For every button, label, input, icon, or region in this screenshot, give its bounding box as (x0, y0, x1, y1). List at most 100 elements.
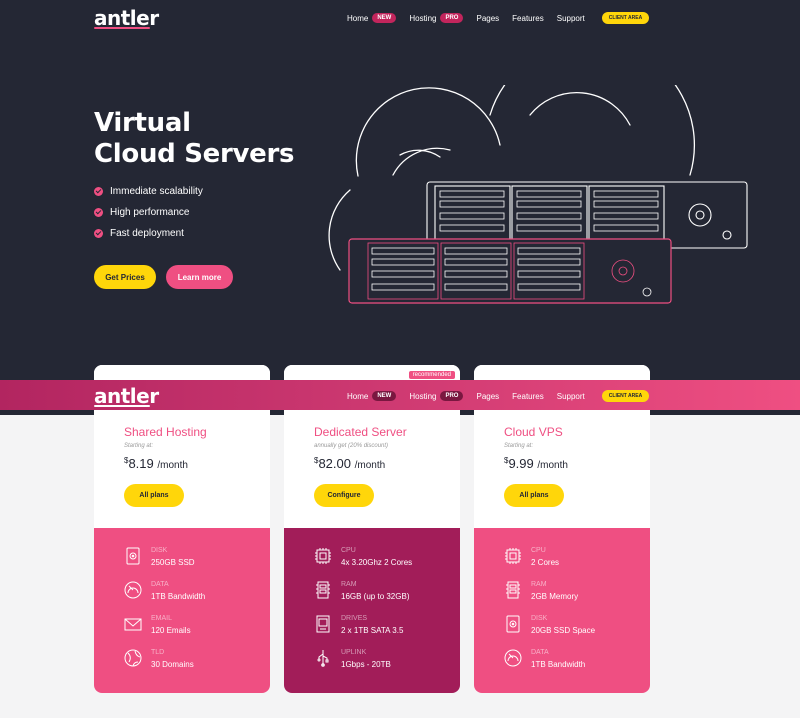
client-area-button[interactable]: CLIENT AREA (601, 12, 650, 24)
spec-value: 20GB SSD Space (531, 626, 596, 635)
nav-pages[interactable]: Pages (476, 14, 499, 23)
sticky-nav-support[interactable]: Support (557, 392, 585, 401)
nav-home-label: Home (347, 391, 369, 401)
feature-item: High performance (94, 202, 203, 223)
spec-value: 30 Domains (151, 660, 194, 669)
cpu-icon (505, 548, 521, 564)
hero-section: antler Home NEW Hosting PRO Pages Featur… (0, 0, 800, 415)
plan-card-dedicated-server: recommended Dedicated Server annually ge… (284, 365, 460, 693)
feature-label: High performance (110, 207, 190, 218)
new-badge: NEW (372, 13, 397, 23)
ram-icon (506, 581, 520, 599)
nav-features[interactable]: Features (512, 14, 544, 23)
get-prices-button[interactable]: Get Prices (94, 265, 156, 289)
nav-hosting-label: Hosting (409, 13, 437, 23)
logo-underline (94, 27, 150, 29)
feature-item: Fast deployment (94, 223, 203, 244)
plan-card-cloud-vps: Cloud VPS Starting at: $9.99 /month All … (474, 365, 650, 693)
spec-item: DATA 1TB Bandwidth (124, 579, 264, 609)
gauge-icon (124, 581, 142, 599)
plan-subtitle: annually get (20% discount) (314, 443, 389, 449)
spec-value: 2GB Memory (531, 592, 579, 601)
spec-item: EMAIL 120 Emails (124, 613, 264, 643)
spec-label: EMAIL (151, 615, 173, 622)
sticky-header: antler Home NEW Hosting PRO Pages Featur… (0, 380, 800, 410)
disk-icon (126, 547, 140, 565)
cloud-servers-illustration (328, 85, 748, 304)
envelope-icon (124, 618, 142, 631)
spec-item: RAM 2GB Memory (504, 579, 644, 609)
sticky-nav-pages[interactable]: Pages (476, 392, 499, 401)
new-badge: NEW (372, 391, 397, 401)
spec-item: DISK 20GB SSD Space (504, 613, 644, 643)
price-value: 9.99 (508, 456, 534, 471)
spec-item: TLD 30 Domains (124, 647, 264, 677)
check-icon (94, 229, 103, 238)
plan-specs: DISK 250GB SSD DATA 1TB Bandwidth EMAIL … (94, 528, 270, 693)
spec-label: DISK (151, 547, 168, 554)
spec-item: RAM 16GB (up to 32GB) (314, 579, 454, 609)
sticky-nav-hosting[interactable]: Hosting PRO (409, 391, 464, 401)
all-plans-button[interactable]: All plans (124, 484, 184, 507)
check-icon (94, 208, 103, 217)
hero-title: Virtual Cloud Servers (94, 108, 295, 170)
plan-card-shared-hosting: Shared Hosting Starting at: $8.19 /month… (94, 365, 270, 693)
learn-more-button[interactable]: Learn more (166, 265, 233, 289)
spec-value: 1TB Bandwidth (531, 660, 586, 669)
spec-value: 1TB Bandwidth (151, 592, 206, 601)
plan-specs: CPU 2 Cores RAM 2GB Memory DISK 20GB SSD… (474, 528, 650, 693)
server-back (426, 181, 748, 249)
spec-label: DATA (151, 581, 169, 588)
spec-value: 120 Emails (151, 626, 191, 635)
plan-specs: CPU 4x 3.20Ghz 2 Cores RAM 16GB (up to 3… (284, 528, 460, 693)
plan-price: $82.00 /month (314, 456, 385, 471)
nav-home-label: Home (347, 13, 369, 23)
globe-icon (124, 649, 142, 667)
spec-value: 4x 3.20Ghz 2 Cores (341, 558, 413, 567)
spec-item: CPU 4x 3.20Ghz 2 Cores (314, 545, 454, 575)
gauge-icon (504, 649, 522, 667)
plan-subtitle: Starting at: (504, 443, 534, 449)
sticky-client-area-button[interactable]: CLIENT AREA (601, 390, 650, 402)
feature-label: Immediate scalability (110, 186, 203, 197)
pro-badge: PRO (440, 391, 464, 401)
nav-hosting[interactable]: Hosting PRO (409, 13, 464, 23)
feature-list: Immediate scalability High performance F… (94, 181, 203, 244)
nav-support[interactable]: Support (557, 14, 585, 23)
spec-label: RAM (531, 581, 547, 588)
configure-button[interactable]: Configure (314, 484, 374, 507)
spec-label: DRIVES (341, 615, 368, 622)
sticky-nav-home[interactable]: Home NEW (347, 391, 397, 401)
sticky-nav-features[interactable]: Features (512, 392, 544, 401)
hero-title-line-1: Virtual (94, 108, 191, 138)
plan-name: Cloud VPS (504, 425, 563, 439)
spec-item: DISK 250GB SSD (124, 545, 264, 575)
cloud-arc (392, 147, 451, 176)
spec-value: 1Gbps - 20TB (341, 660, 391, 669)
spec-label: DATA (531, 649, 549, 656)
feature-label: Fast deployment (110, 228, 184, 239)
spec-value: 250GB SSD (151, 558, 195, 567)
spec-value: 2 Cores (531, 558, 560, 567)
pro-badge: PRO (440, 13, 464, 23)
all-plans-button[interactable]: All plans (504, 484, 564, 507)
spec-value: 16GB (up to 32GB) (341, 592, 410, 601)
sticky-nav: Home NEW Hosting PRO Pages Features Supp… (347, 390, 650, 402)
spec-label: TLD (151, 649, 165, 656)
sticky-logo-underline (94, 405, 150, 407)
spec-item: UPLINK 1Gbps - 20TB (314, 647, 454, 677)
nav-home[interactable]: Home NEW (347, 13, 397, 23)
top-navigation: antler Home NEW Hosting PRO Pages Featur… (0, 0, 800, 38)
cloud-arc (355, 87, 501, 177)
cpu-icon (315, 548, 331, 564)
spec-item: CPU 2 Cores (504, 545, 644, 575)
drive-icon (316, 615, 330, 633)
feature-item: Immediate scalability (94, 181, 203, 202)
disk-icon (506, 615, 520, 633)
spec-label: UPLINK (341, 649, 367, 656)
price-value: 82.00 (318, 456, 351, 471)
nav-hosting-label: Hosting (409, 391, 437, 401)
spec-label: DISK (531, 615, 548, 622)
spec-label: RAM (341, 581, 357, 588)
usb-icon (317, 650, 329, 667)
